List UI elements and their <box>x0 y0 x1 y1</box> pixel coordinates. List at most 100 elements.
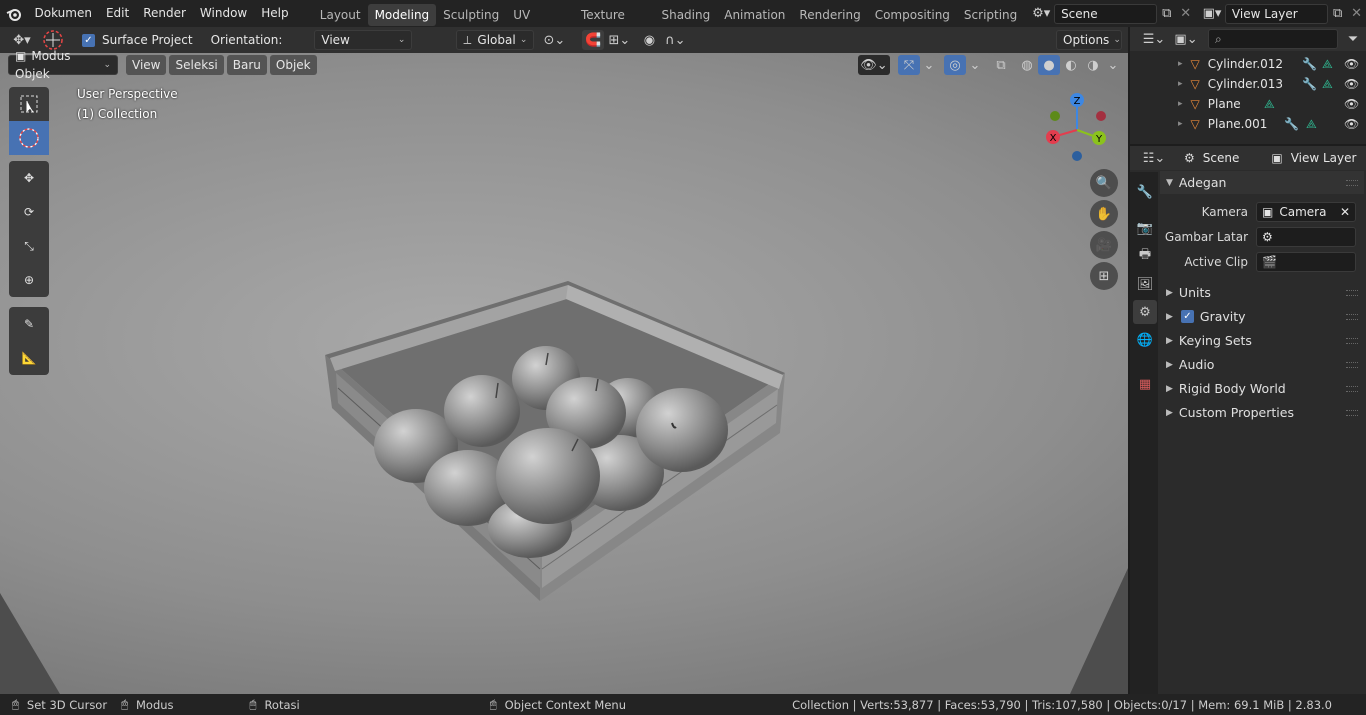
expand-arrow-icon[interactable]: ▸ <box>1178 79 1183 89</box>
new-view-layer-icon[interactable]: ⧉ <box>1328 4 1347 24</box>
outliner-row-cylinder-013[interactable]: ▸ ▽ Cylinder.013 🔧 ⟁ 👁 <box>1130 74 1366 94</box>
panel-units[interactable]: ▶ Units <box>1160 281 1364 304</box>
gizmo-neg-x[interactable] <box>1096 111 1106 121</box>
panel-audio[interactable]: ▶ Audio <box>1160 353 1364 376</box>
menu-seleksi[interactable]: Seleksi <box>169 55 224 75</box>
rendered-shading-icon[interactable]: ◑ <box>1082 55 1104 75</box>
wireframe-shading-icon[interactable]: ◍ <box>1016 55 1038 75</box>
camera-view-icon[interactable]: 🎥 <box>1090 231 1118 259</box>
gizmo-neg-z[interactable] <box>1072 151 1082 161</box>
modifier-wrench-icon[interactable]: 🔧 <box>1302 57 1317 71</box>
modifier-wrench-icon[interactable]: 🔧 <box>1302 77 1317 91</box>
menu-render[interactable]: Render <box>136 0 193 27</box>
surface-project-checkbox[interactable]: ✓ <box>82 33 95 47</box>
new-scene-icon[interactable]: ⧉ <box>1157 4 1176 24</box>
display-mode-icon[interactable]: ▣⌄ <box>1170 29 1202 49</box>
outliner-row-plane-001[interactable]: ▸ ▽ Plane.001 🔧 ⟁ 👁 <box>1130 114 1366 134</box>
panel-keying-sets[interactable]: ▶ Keying Sets <box>1160 329 1364 352</box>
mesh-data-icon[interactable]: ⟁ <box>1322 77 1333 92</box>
proportional-falloff-icon[interactable]: ∩⌄ <box>660 30 690 50</box>
pivot-point-icon[interactable]: ⊙⌄ <box>538 30 570 50</box>
panel-rigid-body-world[interactable]: ▶ Rigid Body World <box>1160 377 1364 400</box>
xray-icon[interactable]: ⧉ <box>990 55 1012 75</box>
panel-drag-handle[interactable] <box>1346 313 1358 320</box>
menu-edit[interactable]: Edit <box>99 0 136 27</box>
scene-name-field[interactable]: Scene <box>1054 3 1158 24</box>
overlay-dropdown-icon[interactable]: ⌄ <box>966 55 984 75</box>
blender-logo-icon[interactable] <box>0 4 27 24</box>
select-box-tool[interactable] <box>9 87 49 121</box>
menu-window[interactable]: Window <box>193 0 254 27</box>
clear-camera-icon[interactable]: ✕ <box>1340 205 1350 219</box>
mesh-data-icon[interactable]: ⟁ <box>1264 97 1275 112</box>
scene-selector-icon[interactable]: ⚙▾ <box>1028 4 1054 24</box>
measure-tool[interactable]: 📐 <box>9 341 49 375</box>
view-layer-icon[interactable]: ▣▾ <box>1199 4 1225 24</box>
panel-drag-handle[interactable] <box>1346 289 1358 296</box>
orientation-dropdown[interactable]: View ⌄ <box>314 30 413 50</box>
properties-editor-type-icon[interactable]: ☷⌄ <box>1138 148 1170 168</box>
move-tool[interactable]: ✥ <box>9 161 49 195</box>
tool-tab-icon[interactable]: 🔧 <box>1133 180 1157 204</box>
transform-orientation-dropdown[interactable]: ⟂ Global ⌄ <box>456 30 535 50</box>
panel-custom-properties[interactable]: ▶ Custom Properties <box>1160 401 1364 424</box>
view-layer-tab-icon[interactable]: 🖼 <box>1133 272 1157 296</box>
scene-tab-icon[interactable]: ⚙ <box>1133 300 1157 324</box>
cursor-tool[interactable] <box>9 121 49 155</box>
gizmo-neg-y[interactable] <box>1050 111 1060 121</box>
outliner-row-cylinder-012[interactable]: ▸ ▽ Cylinder.012 🔧 ⟁ 👁 <box>1130 54 1366 74</box>
solid-shading-icon[interactable]: ● <box>1038 55 1060 75</box>
panel-drag-handle[interactable] <box>1346 409 1358 416</box>
zoom-icon[interactable]: 🔍 <box>1090 169 1118 197</box>
tab-texture-paint[interactable]: Texture Paint <box>574 4 655 44</box>
outliner-search-input[interactable]: ⌕ <box>1208 29 1338 49</box>
breadcrumb-view-layer[interactable]: View Layer <box>1291 151 1357 165</box>
panel-drag-handle[interactable] <box>1346 361 1358 368</box>
delete-scene-icon[interactable]: ✕ <box>1176 4 1195 24</box>
visibility-eye-icon[interactable]: 👁 <box>1344 57 1359 71</box>
gizmo-toggle-icon[interactable]: ⤧ <box>898 55 920 75</box>
menu-objek[interactable]: Objek <box>269 55 317 75</box>
tab-layout[interactable]: Layout <box>313 4 368 26</box>
panel-drag-handle[interactable] <box>1346 385 1358 392</box>
pan-hand-icon[interactable]: ✋ <box>1090 200 1118 228</box>
ortho-grid-icon[interactable]: ⊞ <box>1090 262 1118 290</box>
proportional-edit-icon[interactable]: ◉ <box>638 30 660 50</box>
overlay-toggle-icon[interactable]: ◎ <box>944 55 966 75</box>
menu-help[interactable]: Help <box>254 0 295 27</box>
snap-icon[interactable]: 🧲 <box>582 30 605 50</box>
filter-icon[interactable]: ⏷ <box>1342 29 1364 49</box>
outliner-row-plane[interactable]: ▸ ▽ Plane ⟁ 👁 <box>1130 94 1366 114</box>
mesh-data-icon[interactable]: ⟁ <box>1306 117 1317 132</box>
render-tab-icon[interactable]: 📷 <box>1133 216 1157 240</box>
texture-tab-icon[interactable]: ▦ <box>1133 372 1157 396</box>
panel-drag-handle[interactable] <box>1346 179 1358 186</box>
modifier-wrench-icon[interactable]: 🔧 <box>1284 117 1299 131</box>
shading-dropdown-icon[interactable]: ⌄ <box>1104 55 1122 75</box>
tab-uv-editing[interactable]: UV Editing <box>506 4 574 44</box>
menu-baru[interactable]: Baru <box>226 55 267 75</box>
panel-drag-handle[interactable] <box>1346 337 1358 344</box>
expand-arrow-icon[interactable]: ▸ <box>1178 59 1183 69</box>
panel-gravity[interactable]: ▶ ✓ Gravity <box>1160 305 1364 328</box>
tab-compositing[interactable]: Compositing <box>868 4 957 26</box>
tab-animation[interactable]: Animation <box>717 4 792 26</box>
tab-shading[interactable]: Shading <box>654 4 717 26</box>
gravity-checkbox[interactable]: ✓ <box>1180 310 1194 323</box>
navigation-gizmo[interactable]: Z Y X <box>1038 90 1118 170</box>
gizmo-dropdown-icon[interactable]: ⌄ <box>920 55 938 75</box>
expand-arrow-icon[interactable]: ▸ <box>1178 99 1183 109</box>
visibility-eye-icon[interactable]: 👁 <box>1344 117 1359 131</box>
visibility-filter-icon[interactable]: 👁⌄ <box>858 55 890 75</box>
scale-tool[interactable]: ⤡ <box>9 229 49 263</box>
visibility-eye-icon[interactable]: 👁 <box>1344 97 1359 111</box>
output-tab-icon[interactable]: 🖶 <box>1133 244 1157 268</box>
tab-modeling[interactable]: Modeling <box>367 3 437 26</box>
world-tab-icon[interactable]: 🌐 <box>1133 328 1157 352</box>
snap-target-icon[interactable]: ⊞⌄ <box>604 30 634 50</box>
expand-arrow-icon[interactable]: ▸ <box>1178 119 1183 129</box>
tab-rendering[interactable]: Rendering <box>792 4 867 26</box>
tab-scripting[interactable]: Scripting <box>957 4 1024 26</box>
tab-sculpting[interactable]: Sculpting <box>436 4 506 26</box>
3d-viewport[interactable]: ✥ ⟳ ⤡ ⊕ ✎ 📐 User Perspective (1) Collect… <box>0 53 1128 694</box>
